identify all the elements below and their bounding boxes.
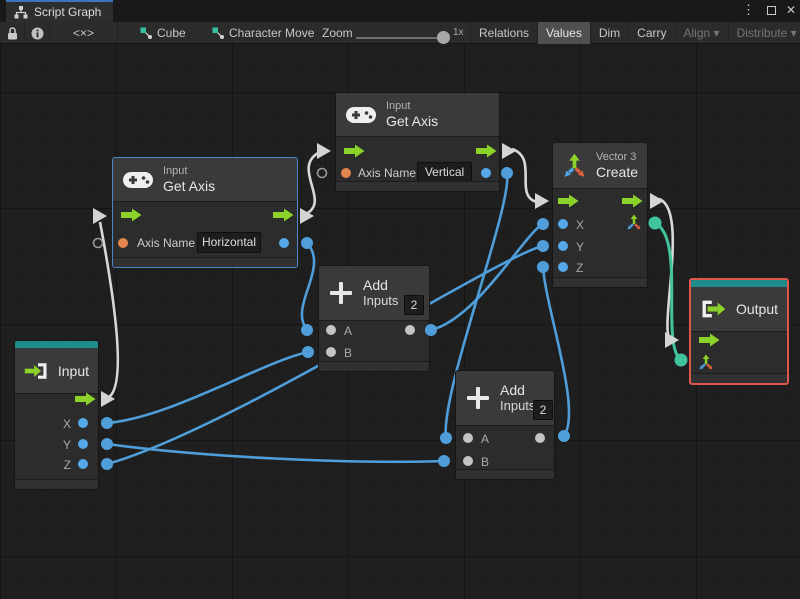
- flow-arrow-icon: [622, 194, 643, 208]
- breadcrumb-cube[interactable]: Cube: [140, 22, 186, 44]
- wire-endpoint: [558, 430, 570, 442]
- wire-endpoint: [501, 167, 513, 179]
- wire-endpoint: [101, 417, 113, 429]
- zoom-value: 1x: [453, 27, 464, 38]
- vector3-icon: [698, 353, 714, 371]
- breadcrumb-character-move[interactable]: Character Move: [212, 22, 314, 44]
- window-controls: ⋮ ✕: [740, 0, 796, 20]
- dim-label: Dim: [598, 26, 621, 40]
- port-create-y[interactable]: [558, 241, 568, 251]
- lock-button[interactable]: [0, 22, 25, 44]
- flow-arrow-icon: [344, 144, 365, 158]
- menu-icon[interactable]: ⋮: [740, 2, 757, 18]
- port-add2-a[interactable]: [463, 433, 473, 443]
- flow-out-port-create[interactable]: [650, 193, 664, 209]
- flow-arrow-icon: [558, 194, 579, 208]
- values-button[interactable]: Values: [537, 22, 590, 44]
- distribute-label: Distribute: [736, 26, 788, 40]
- port-axis-name-getaxis-h[interactable]: [118, 238, 128, 248]
- flow-arrow-icon: [273, 208, 294, 222]
- breadcrumb-label: Cube: [157, 26, 186, 40]
- unconnected-port-getaxis-h[interactable]: [92, 237, 104, 249]
- align-dropdown[interactable]: Align ▾: [674, 22, 728, 44]
- wire-endpoint: [101, 438, 113, 450]
- wire-endpoint: [302, 346, 314, 358]
- close-icon[interactable]: ✕: [786, 3, 796, 17]
- chevron-down-icon: ▾: [790, 26, 797, 40]
- flow-out-port-input-node[interactable]: [101, 391, 115, 407]
- graph-canvas[interactable]: Input Get Axis Axis Name Horizontal Inpu…: [0, 44, 800, 599]
- graph-toolbar: <×> Cube Character Move Zoom 1x Relation…: [0, 22, 800, 44]
- wire-endpoint: [537, 218, 549, 230]
- flow-out-port-getaxis-h[interactable]: [300, 208, 314, 224]
- sitemap-icon: [14, 5, 28, 18]
- wire-endpoint: [301, 237, 313, 249]
- carry-button[interactable]: Carry: [628, 22, 674, 44]
- port-add2-b[interactable]: [463, 456, 473, 466]
- relations-button[interactable]: Relations: [470, 22, 537, 44]
- chevron-down-icon: ▾: [713, 26, 720, 40]
- tab-bar: Script Graph ⋮ ✕: [0, 0, 800, 22]
- graph-icon: [140, 27, 152, 39]
- info-button[interactable]: [25, 22, 50, 44]
- info-icon: [31, 27, 43, 39]
- flow-in-port-output-node[interactable]: [665, 332, 679, 348]
- port-out-getaxis-v[interactable]: [481, 168, 491, 178]
- wire-endpoint: [425, 324, 437, 336]
- flow-in-port-getaxis-v[interactable]: [317, 143, 331, 159]
- flow-in-port-getaxis-h[interactable]: [93, 208, 107, 224]
- tab-script-graph[interactable]: Script Graph: [6, 0, 114, 22]
- wire-endpoint: [537, 261, 549, 273]
- dim-button[interactable]: Dim: [589, 22, 628, 44]
- wire-endpoint: [537, 240, 549, 252]
- wire-endpoint: [648, 216, 662, 230]
- unconnected-port-getaxis-v[interactable]: [316, 167, 328, 179]
- wire-endpoint: [674, 353, 688, 367]
- flow-arrow-icon: [476, 144, 497, 158]
- values-label: Values: [546, 26, 582, 40]
- distribute-dropdown[interactable]: Distribute ▾: [727, 22, 800, 44]
- carry-label: Carry: [637, 26, 667, 40]
- port-input-x[interactable]: [78, 418, 88, 428]
- code-preview-button[interactable]: <×>: [50, 22, 118, 44]
- port-add1-sum[interactable]: [405, 325, 415, 335]
- flow-arrow-icon: [699, 333, 720, 347]
- port-add2-sum[interactable]: [535, 433, 545, 443]
- flow-out-port-getaxis-v[interactable]: [502, 143, 516, 159]
- port-input-z[interactable]: [78, 459, 88, 469]
- script-graph-window: Script Graph ⋮ ✕ <×> Cube Character Move…: [0, 0, 800, 599]
- port-axis-name-getaxis-v[interactable]: [341, 168, 351, 178]
- code-icon: <×>: [72, 26, 95, 40]
- align-label: Align: [683, 26, 711, 40]
- lock-icon: [7, 26, 17, 39]
- port-create-x[interactable]: [558, 219, 568, 229]
- flow-arrow-icon: [75, 392, 96, 406]
- toolbar-right-group: Relations Values Dim Carry Align ▾ Distr…: [470, 22, 800, 44]
- tab-title: Script Graph: [34, 5, 102, 19]
- maximize-icon[interactable]: [766, 5, 776, 15]
- vector3-icon: [626, 213, 642, 231]
- breadcrumb-label: Character Move: [229, 26, 315, 40]
- flow-in-port-create[interactable]: [535, 193, 549, 209]
- zoom-label: Zoom: [322, 26, 353, 40]
- relations-label: Relations: [479, 26, 530, 40]
- wire-endpoint: [438, 455, 450, 467]
- flow-arrow-icon: [121, 208, 142, 222]
- graph-icon: [212, 27, 224, 39]
- zoom-slider-handle[interactable]: [437, 31, 450, 44]
- port-out-getaxis-h[interactable]: [279, 238, 289, 248]
- zoom-slider-track[interactable]: [356, 37, 444, 39]
- wire-endpoint: [101, 458, 113, 470]
- port-add1-a[interactable]: [326, 325, 336, 335]
- wire-endpoint: [440, 432, 452, 444]
- port-layer: [75, 143, 720, 470]
- port-add1-b[interactable]: [326, 347, 336, 357]
- wire-endpoint: [301, 324, 313, 336]
- port-input-y[interactable]: [78, 439, 88, 449]
- port-create-z[interactable]: [558, 262, 568, 272]
